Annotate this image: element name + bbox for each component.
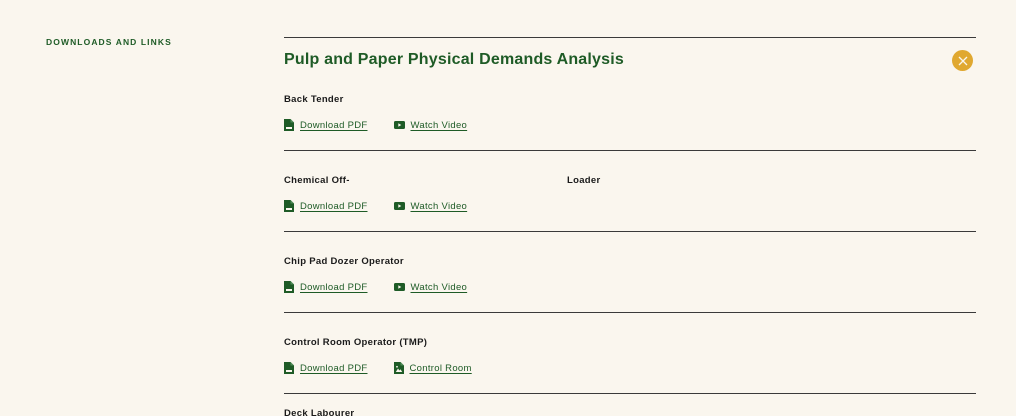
page: DOWNLOADS AND LINKS Pulp and Paper Physi… [0, 0, 1016, 416]
entry-title: Chemical Off- [284, 175, 350, 186]
entry-chemical-off-loader: Chemical Off- Loader Download PDF Watch … [284, 151, 976, 232]
link-label: Download PDF [300, 119, 368, 131]
entry-control-room-operator: Control Room Operator (TMP) Download PDF… [284, 313, 976, 394]
entry-title: Back Tender [284, 94, 344, 105]
entry-links: Download PDF Watch Video [284, 200, 493, 212]
entry-title: Chip Pad Dozer Operator [284, 256, 404, 267]
image-file-icon [393, 362, 404, 374]
link-label: Download PDF [300, 281, 368, 293]
entry-title-continued: Loader [567, 175, 601, 186]
link-label: Control Room [409, 362, 472, 374]
link-label: Watch Video [410, 119, 468, 131]
download-pdf-link[interactable]: Download PDF [284, 200, 368, 212]
pdf-file-icon [284, 119, 294, 131]
video-icon [393, 202, 405, 210]
panel-title: Pulp and Paper Physical Demands Analysis [284, 51, 624, 68]
pdf-file-icon [284, 200, 294, 212]
entry-links: Download PDF Control Room [284, 362, 498, 374]
entry-chip-pad-dozer-operator: Chip Pad Dozer Operator Download PDF Wat… [284, 232, 976, 313]
video-icon [393, 283, 405, 291]
entry-back-tender: Back Tender Download PDF Watch Video [284, 82, 976, 151]
downloads-panel: Pulp and Paper Physical Demands Analysis… [284, 37, 976, 394]
entry-title-partial: Deck Labourer [284, 408, 355, 416]
watch-video-link[interactable]: Watch Video [393, 200, 468, 212]
watch-video-link[interactable]: Watch Video [393, 119, 468, 131]
video-icon [393, 121, 405, 129]
download-pdf-link[interactable]: Download PDF [284, 119, 368, 131]
control-room-image-link[interactable]: Control Room [393, 362, 472, 374]
link-label: Download PDF [300, 200, 368, 212]
link-label: Download PDF [300, 362, 368, 374]
entry-title: Control Room Operator (TMP) [284, 337, 428, 348]
panel-header: Pulp and Paper Physical Demands Analysis [284, 38, 976, 82]
pdf-file-icon [284, 362, 294, 374]
section-label: DOWNLOADS AND LINKS [46, 37, 172, 47]
entry-links: Download PDF Watch Video [284, 281, 493, 293]
close-icon [958, 56, 967, 65]
link-label: Watch Video [410, 281, 468, 293]
pdf-file-icon [284, 281, 294, 293]
entry-links: Download PDF Watch Video [284, 119, 493, 131]
download-pdf-link[interactable]: Download PDF [284, 281, 368, 293]
download-pdf-link[interactable]: Download PDF [284, 362, 368, 374]
close-button[interactable] [952, 50, 973, 71]
link-label: Watch Video [410, 200, 468, 212]
watch-video-link[interactable]: Watch Video [393, 281, 468, 293]
